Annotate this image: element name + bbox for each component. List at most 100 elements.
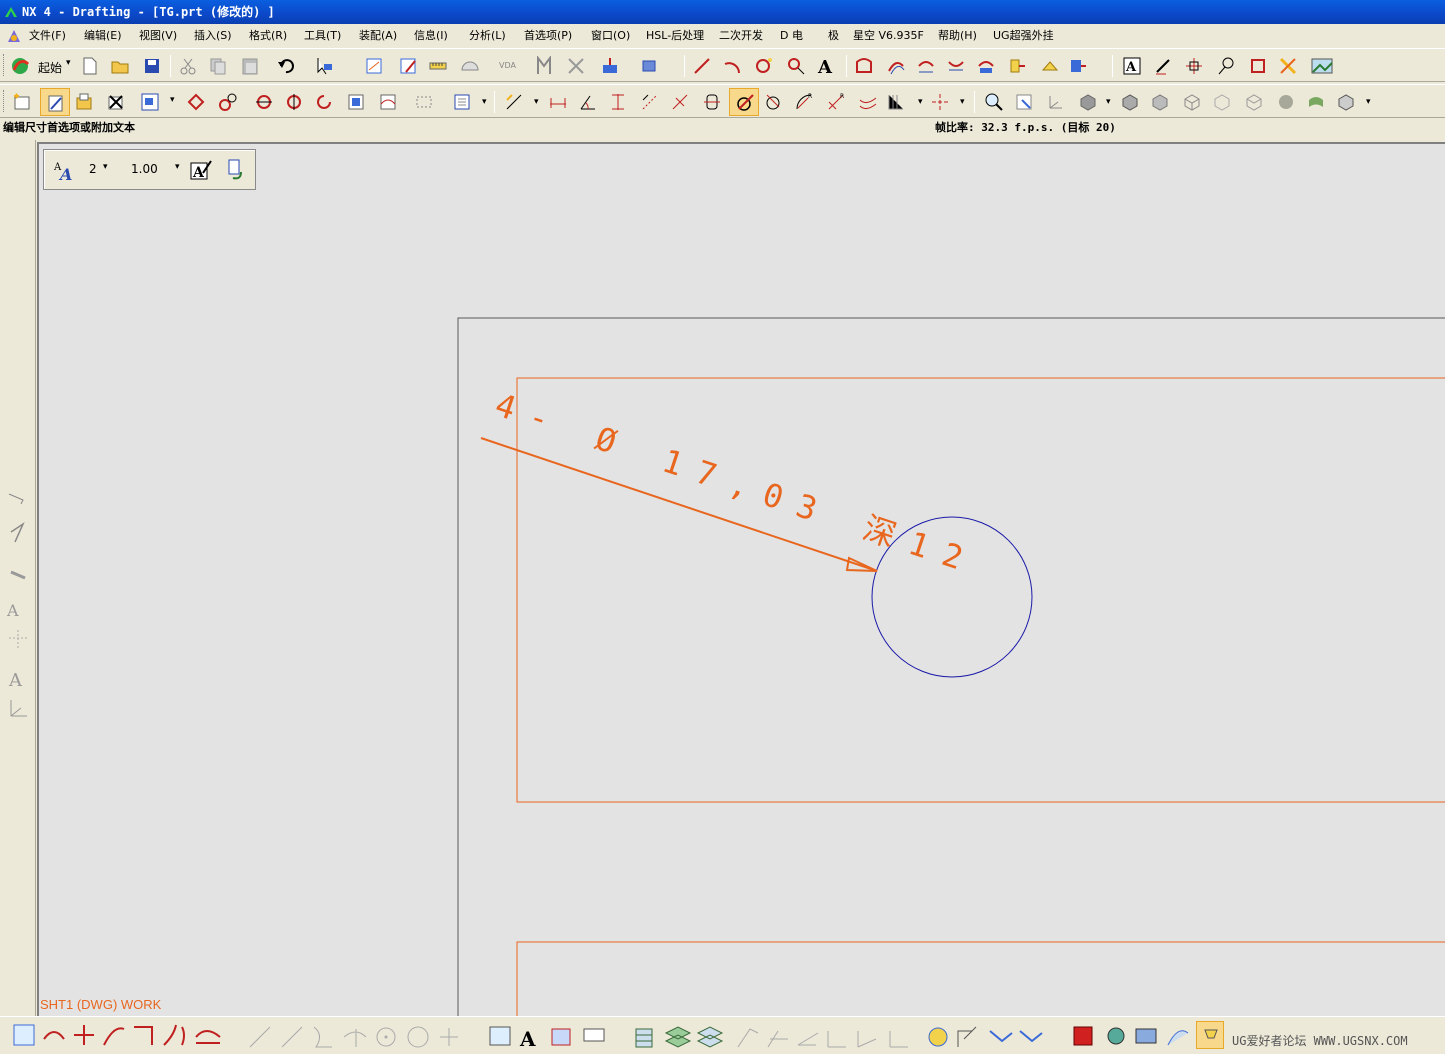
cylindrical-dimension-icon[interactable] [702, 92, 722, 112]
trim-curve-icon[interactable] [976, 56, 996, 76]
view-boundary-icon[interactable] [414, 92, 434, 112]
vda-check-icon[interactable]: VDA [498, 56, 518, 76]
arc-icon[interactable] [722, 56, 742, 76]
curve-and-view-toolbar[interactable]: A [6, 1019, 1236, 1053]
perpendicular-dimension-icon[interactable] [670, 92, 690, 112]
wireframe-icon[interactable] [1182, 92, 1202, 112]
menu-assembly[interactable]: 装配(A) [359, 24, 397, 48]
toolbar-grip[interactable] [3, 90, 6, 112]
active-toggle-button[interactable] [1196, 1021, 1224, 1049]
menu-edit[interactable]: 编辑(E) [84, 24, 122, 48]
delete-sheet-icon[interactable] [106, 92, 126, 112]
view-dropdown-icon[interactable]: ▾ [170, 95, 175, 105]
drawing-canvas[interactable]: 4- Ø 17,03 深12 [39, 144, 1445, 1016]
menu-secondary-dev[interactable]: 二次开发 [719, 24, 763, 48]
detail-view-icon[interactable] [218, 92, 238, 112]
start-icon[interactable] [10, 56, 34, 76]
dimension-dropdown-icon[interactable]: ▾ [534, 97, 539, 107]
inferred-dimension-icon[interactable] [504, 92, 524, 112]
menu-window[interactable]: 窗口(O) [591, 24, 630, 48]
text-icon[interactable]: A [816, 56, 836, 76]
assembly-navigator-icon[interactable] [640, 56, 660, 76]
new-file-icon[interactable] [80, 56, 100, 76]
extract-curve-icon[interactable] [1040, 56, 1060, 76]
paste-icon[interactable] [240, 56, 260, 76]
copy-icon[interactable] [208, 56, 228, 76]
break-out-section-icon[interactable] [346, 92, 366, 112]
menu-pole[interactable]: 极 [828, 24, 839, 48]
select-filter-icon[interactable] [314, 56, 334, 76]
text-style-icon[interactable]: AA [53, 160, 77, 182]
menu-analysis[interactable]: 分析(L) [469, 24, 506, 48]
fillet-icon[interactable] [786, 56, 806, 76]
line-icon[interactable] [692, 56, 712, 76]
sphere-render-icon[interactable] [1276, 92, 1296, 112]
angular-dimension-icon[interactable] [578, 92, 598, 112]
revolved-section-icon[interactable] [314, 92, 334, 112]
mold-tool-icon[interactable] [600, 56, 620, 76]
wcs-icon[interactable] [1046, 92, 1066, 112]
save-icon[interactable] [142, 56, 162, 76]
text-size-select[interactable]: 2 [89, 162, 97, 176]
menu-help[interactable]: 帮助(H) [938, 24, 977, 48]
diameter-dimension-button-active[interactable] [729, 88, 759, 116]
hidden-wireframe-icon[interactable] [1212, 92, 1232, 112]
annotation-text-icon[interactable]: A [1122, 56, 1142, 76]
sketch-profile-icon[interactable] [854, 56, 874, 76]
ordinate-dropdown-icon[interactable]: ▾ [918, 97, 923, 107]
update-views-icon[interactable] [452, 92, 472, 112]
menu-tools[interactable]: 工具(T) [304, 24, 341, 48]
chamfer-dimension-icon[interactable] [858, 92, 878, 112]
mirror-curve-icon[interactable] [946, 56, 966, 76]
leader-icon[interactable] [1216, 56, 1236, 76]
studio-render-icon[interactable] [1306, 92, 1326, 112]
menu-insert[interactable]: 插入(S) [194, 24, 232, 48]
offset-curve-icon[interactable] [886, 56, 906, 76]
highlight-icon[interactable] [1278, 56, 1298, 76]
menu-electrode[interactable]: D 电 [780, 24, 803, 48]
datum-target-icon[interactable] [1184, 56, 1204, 76]
shaded-edges-icon[interactable] [1120, 92, 1140, 112]
undo-icon[interactable] [276, 56, 296, 76]
edit-sheet-button-active[interactable] [40, 88, 70, 116]
open-folder-icon[interactable] [110, 56, 130, 76]
static-wireframe-icon[interactable] [1244, 92, 1264, 112]
menu-hsl-postprocess[interactable]: HSL-后处理 [646, 24, 704, 48]
perspective-icon[interactable] [1336, 92, 1356, 112]
open-sheet-icon[interactable] [74, 92, 94, 112]
pan-icon[interactable] [1014, 92, 1034, 112]
feature-check-icon[interactable] [534, 56, 554, 76]
radius-to-center-icon[interactable]: R [826, 92, 846, 112]
centerline-dropdown-icon[interactable]: ▾ [960, 97, 965, 107]
section-view-icon[interactable] [254, 92, 274, 112]
view-render-dropdown-icon[interactable]: ▾ [1366, 97, 1371, 107]
menu-ug-plugin[interactable]: UG超强外挂 [993, 24, 1054, 48]
menu-format[interactable]: 格式(R) [249, 24, 287, 48]
zoom-icon[interactable] [984, 92, 1004, 112]
menu-preferences[interactable]: 首选项(P) [524, 24, 572, 48]
text-editor-icon[interactable]: A [189, 159, 213, 183]
broken-view-icon[interactable] [378, 92, 398, 112]
start-dropdown-icon[interactable]: ▾ [66, 58, 71, 68]
text-scale-dropdown-icon[interactable]: ▾ [175, 162, 180, 172]
half-section-icon[interactable] [284, 92, 304, 112]
menu-view[interactable]: 视图(V) [139, 24, 177, 48]
text-size-dropdown-icon[interactable]: ▾ [103, 162, 108, 172]
shaded-view-icon[interactable] [1078, 92, 1098, 112]
protractor-icon[interactable] [460, 56, 480, 76]
sheet-border-icon[interactable] [1248, 56, 1268, 76]
text-scale-select[interactable]: 1.00 [131, 162, 158, 176]
render-dropdown-icon[interactable]: ▾ [1106, 97, 1111, 107]
base-view-icon[interactable] [140, 92, 160, 112]
graphics-window[interactable]: 4- Ø 17,03 深12 [37, 142, 1445, 1016]
edit-sheet-icon[interactable] [398, 56, 418, 76]
window-menu-icon[interactable] [6, 28, 22, 44]
image-icon[interactable] [1310, 56, 1334, 76]
edit-annotation-icon[interactable] [1154, 56, 1174, 76]
project-curve-icon[interactable] [916, 56, 936, 76]
diameter-annotation-text[interactable]: 4- Ø 17,03 深12 [490, 386, 982, 583]
radius-dimension-icon[interactable]: R [794, 92, 814, 112]
measure-icon[interactable] [428, 56, 448, 76]
face-analysis-icon[interactable] [1150, 92, 1170, 112]
toolbar-grip[interactable] [3, 54, 6, 76]
